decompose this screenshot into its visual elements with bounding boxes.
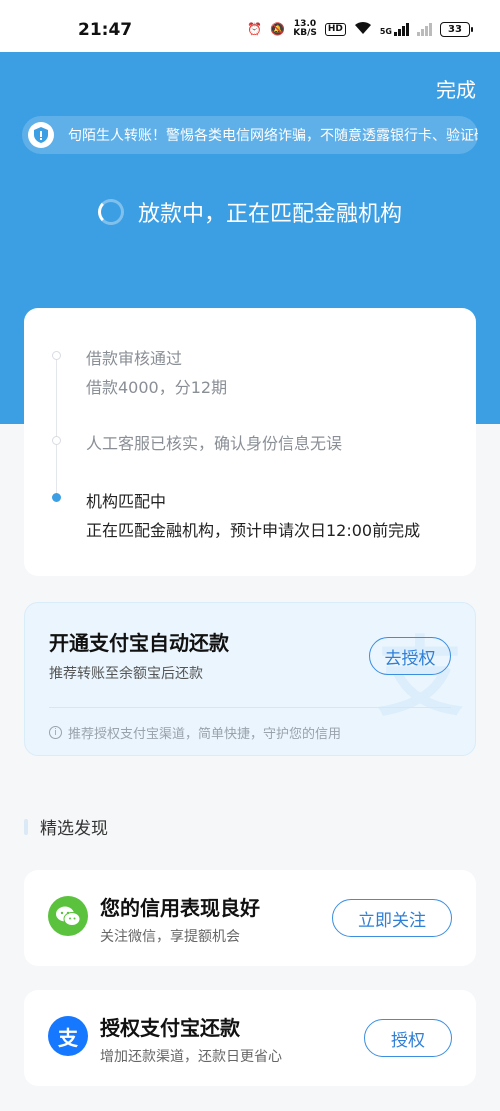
alipay-authorize-card[interactable]: 支 授权支付宝还款 增加还款渠道，还款日更省心 授权 [24,990,476,1086]
authorize-alipay-button[interactable]: 授权 [364,1019,452,1057]
battery-icon: 33 [440,21,473,37]
timeline-dot-done [52,436,61,445]
fraud-notice-text: 句陌生人转账！警惕各类电信网络诈骗，不随意透露银行卡、验证码 [68,128,478,144]
timeline-step-title: 人工客服已核实，确认身份信息无误 [86,434,343,453]
autopay-title: 开通支付宝自动还款 [49,631,229,655]
net-speed: 13.0 KB/S [293,20,317,38]
authorize-button[interactable]: 去授权 [369,637,451,675]
timeline-step-title: 借款审核通过 [86,349,183,368]
status-bar: 21:47 ⏰ 🔕 13.0 KB/S HD 5G 33 [0,0,500,52]
mute-icon: 🔕 [270,22,286,36]
wechat-card-subtitle: 关注微信，享提额机会 [100,929,240,945]
section-marker [24,818,28,835]
wechat-follow-card[interactable]: 您的信用表现良好 关注微信，享提额机会 立即关注 [24,870,476,966]
wechat-card-title: 您的信用表现良好 [100,896,260,920]
wechat-icon [48,896,88,936]
autopay-hint: i 推荐授权支付宝渠道，简单快捷，守护您的信用 [49,723,341,742]
section-title-text: 精选发现 [40,819,108,839]
done-button[interactable]: 完成 [436,74,476,103]
timeline-dot-done [52,351,61,360]
info-icon: i [49,726,62,739]
loading-spinner-icon [97,199,124,225]
timeline-step-desc: 正在匹配金融机构，预计申请次日12:00前完成 [86,521,421,540]
autopay-hint-text: 推荐授权支付宝渠道，简单快捷，守护您的信用 [68,727,342,742]
loan-status-text: 放款中，正在匹配金融机构 [137,202,402,227]
hd-icon: HD [324,22,346,36]
status-icons: ⏰ 🔕 13.0 KB/S HD 5G 33 [247,20,473,38]
cell-signal-2-icon [417,22,432,36]
timeline-dot-active [52,493,61,502]
alipay-autopay-card: 支 开通支付宝自动还款 推荐转账至余额宝后还款 去授权 i 推荐授权支付宝渠道，… [24,602,476,756]
alipay-card-subtitle: 增加还款渠道，还款日更省心 [100,1049,282,1065]
shield-icon [28,122,54,148]
timeline-step-desc: 借款4000，分12期 [86,378,228,397]
clock: 21:47 [78,20,133,40]
autopay-subtitle: 推荐转账至余额宝后还款 [49,666,203,682]
follow-now-button[interactable]: 立即关注 [332,899,452,937]
progress-timeline-card: 借款审核通过 借款4000，分12期 人工客服已核实，确认身份信息无误 机构匹配… [24,308,476,576]
cell-signal-icon: 5G [380,22,409,36]
alipay-icon: 支 [48,1016,88,1056]
alarm-icon: ⏰ [247,22,263,36]
timeline-step-title: 机构匹配中 [86,492,167,511]
loan-status: 放款中，正在匹配金融机构 [0,196,500,228]
discover-section-title: 精选发现 [24,814,108,839]
alipay-card-title: 授权支付宝还款 [100,1016,240,1040]
fraud-notice-bar[interactable]: 句陌生人转账！警惕各类电信网络诈骗，不随意透露银行卡、验证码 [22,116,478,154]
timeline-line [56,354,57,494]
net-speed-unit: KB/S [293,28,317,38]
network-type: 5G [379,27,392,36]
divider [49,707,451,708]
wifi-icon [354,21,372,38]
